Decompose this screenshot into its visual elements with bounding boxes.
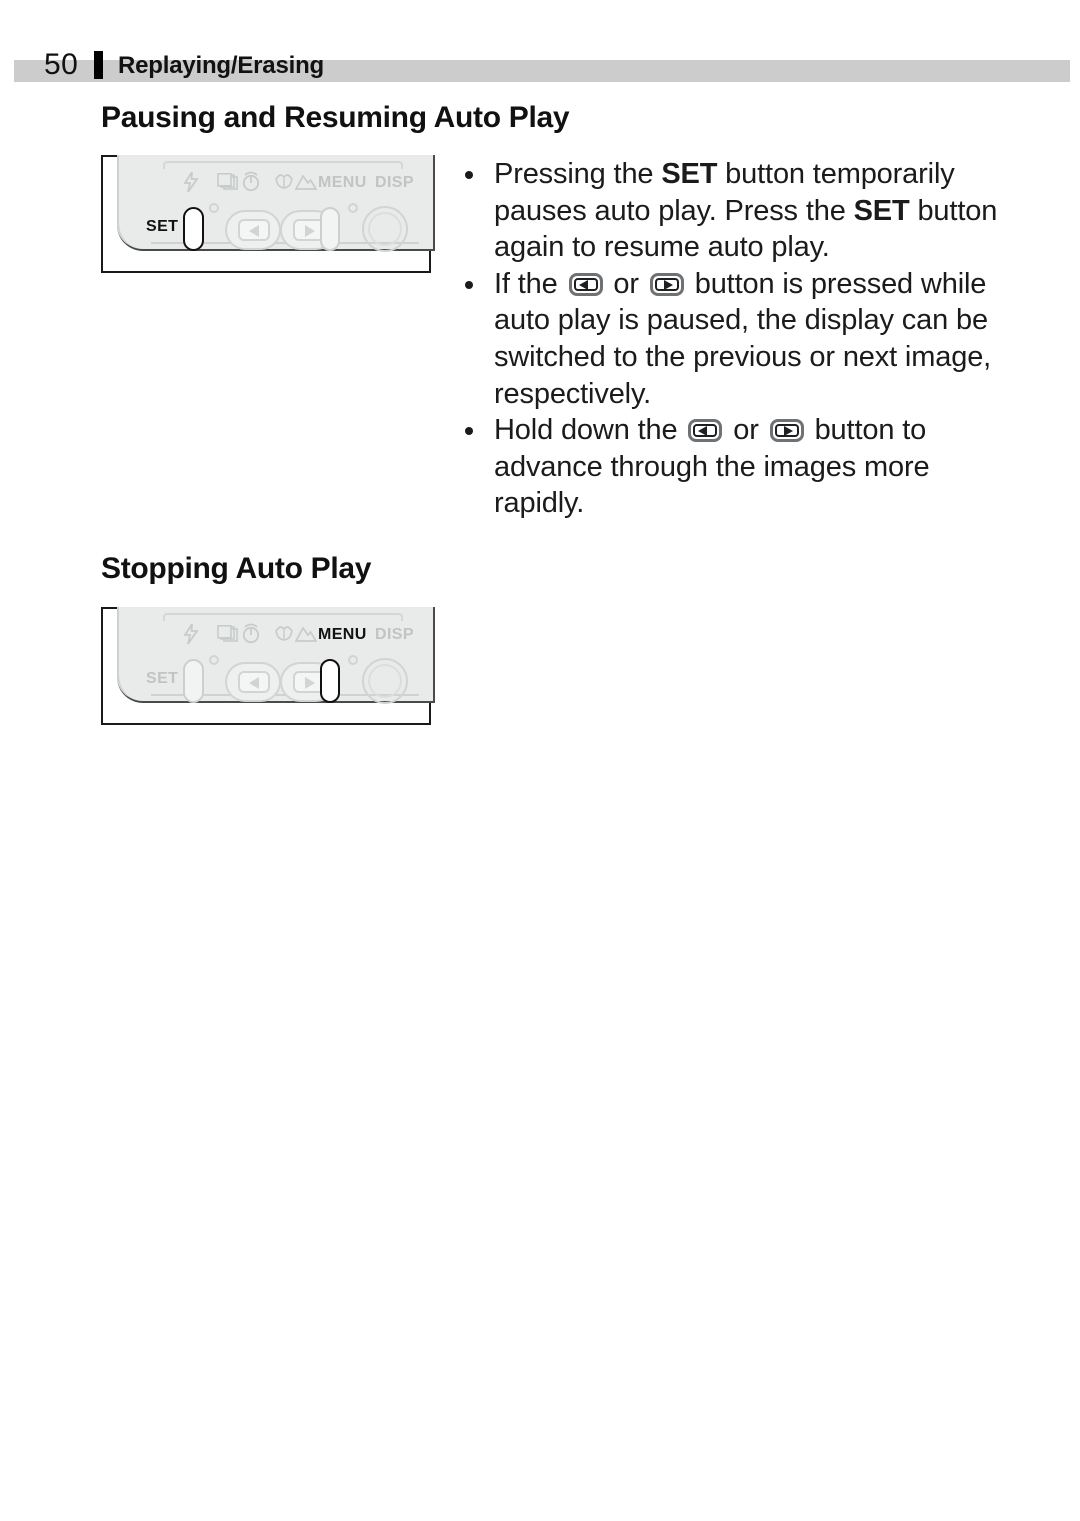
left-arrow-inner (238, 671, 270, 693)
running-header: 50 Replaying/Erasing (0, 48, 1080, 82)
left-arrow-key-icon (568, 272, 603, 296)
camera-body: MENU DISP SET (117, 155, 435, 252)
indicator-lamp-right (348, 655, 358, 665)
disp-button[interactable] (362, 206, 408, 252)
bullet-text-3: Hold down the or button to advance throu… (494, 414, 930, 520)
left-arrow-button[interactable] (225, 210, 281, 250)
right-arrow-key-icon (649, 272, 684, 296)
section-heading-pausing: Pausing and Resuming Auto Play (101, 101, 570, 134)
bullet-marker (465, 171, 473, 179)
macro-icon (274, 625, 294, 643)
bullet-list: Pressing the SET button temporarily paus… (456, 156, 1016, 522)
flash-icon (183, 624, 199, 644)
self-timer-icon (241, 623, 261, 644)
bullet-text-1: Pressing the SET button temporarily paus… (494, 158, 998, 264)
right-arrow-key-icon (769, 419, 804, 443)
list-item: Pressing the SET button temporarily paus… (456, 156, 1016, 266)
indicator-lamp-left (209, 655, 219, 665)
macro-icon (274, 173, 294, 191)
menu-label: MENU (318, 626, 367, 643)
camera-body: MENU DISP SET (117, 607, 435, 704)
landscape-icon (295, 175, 317, 190)
disp-button[interactable] (362, 658, 408, 704)
camera-figure-set: MENU DISP SET (101, 155, 435, 273)
left-arrow-icon (249, 225, 259, 237)
continuous-shooting-icon (217, 625, 239, 643)
set-button[interactable] (183, 659, 204, 703)
disp-label: DISP (375, 626, 414, 643)
flash-icon (183, 172, 199, 192)
list-item: Hold down the or button to advance throu… (456, 412, 1016, 522)
left-arrow-icon (249, 677, 259, 689)
self-timer-icon (241, 171, 261, 192)
indicator-lamp-right (348, 203, 358, 213)
set-label: SET (146, 218, 179, 235)
menu-button[interactable] (320, 659, 340, 703)
camera-top-seam (163, 161, 403, 169)
list-item: If the or button is pressed while auto p… (456, 266, 1016, 412)
disp-label: DISP (375, 174, 414, 191)
landscape-icon (295, 627, 317, 642)
right-arrow-icon (305, 225, 315, 237)
header-tick-mark (94, 51, 103, 79)
camera-top-seam (163, 613, 403, 621)
right-arrow-icon (305, 677, 315, 689)
camera-figure-menu: MENU DISP SET (101, 607, 435, 725)
set-button[interactable] (183, 207, 204, 251)
indicator-lamp-left (209, 203, 219, 213)
left-arrow-button[interactable] (225, 662, 281, 702)
menu-label: MENU (318, 174, 367, 191)
menu-button[interactable] (320, 207, 340, 251)
left-arrow-key-icon (688, 419, 723, 443)
bullet-marker (465, 427, 473, 436)
bullet-marker (465, 280, 473, 289)
bullet-text-2: If the or button is pressed while auto p… (494, 267, 992, 410)
continuous-shooting-icon (217, 173, 239, 191)
left-arrow-inner (238, 219, 270, 241)
set-label: SET (146, 670, 179, 687)
section-heading-stopping: Stopping Auto Play (101, 552, 372, 585)
chapter-title: Replaying/Erasing (118, 52, 324, 79)
page-number: 50 (44, 48, 79, 81)
